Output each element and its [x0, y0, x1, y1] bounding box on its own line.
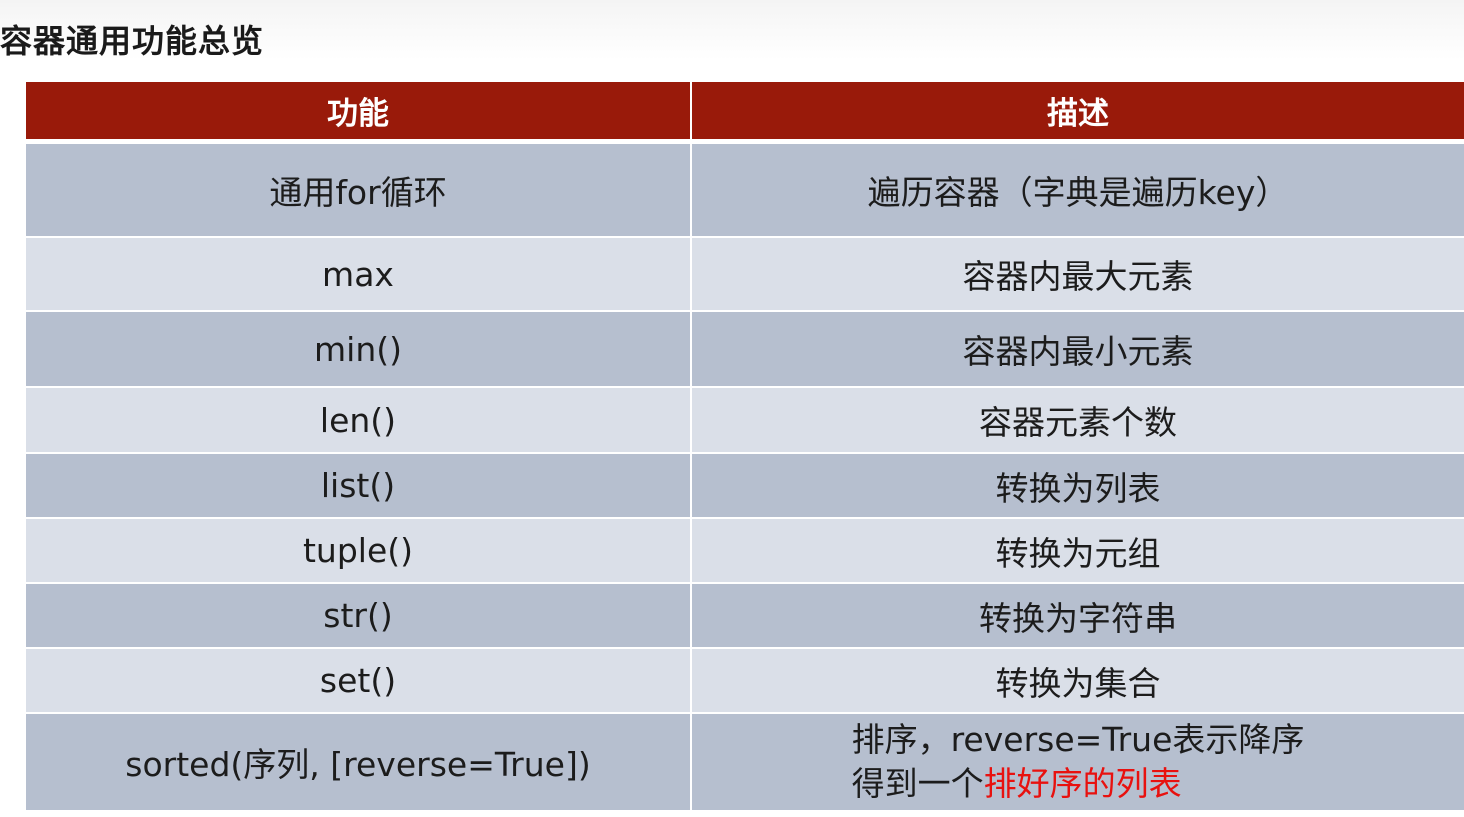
function-cell: 通用for循环: [26, 141, 692, 238]
description-cell: 遍历容器（字典是遍历key）: [691, 141, 1464, 238]
function-cell: str(): [26, 583, 692, 649]
table-row: tuple() 转换为元组: [26, 518, 1464, 584]
functions-table: 功能 描述 通用for循环 遍历容器（字典是遍历key） max 容器内最大元素…: [26, 82, 1464, 812]
function-cell: list(): [26, 453, 692, 519]
table-row: sorted(序列, [reverse=True]) 排序，reverse=Tr…: [26, 713, 1464, 812]
function-cell: sorted(序列, [reverse=True]): [26, 713, 692, 812]
description-cell: 容器内最小元素: [691, 311, 1464, 388]
table-row: max 容器内最大元素: [26, 237, 1464, 312]
header-description: 描述: [691, 82, 1464, 144]
description-cell: 排序，reverse=True表示降序 得到一个排好序的列表: [691, 713, 1464, 812]
table-row: 通用for循环 遍历容器（字典是遍历key）: [26, 141, 1464, 238]
description-multiline: 排序，reverse=True表示降序 得到一个排好序的列表: [852, 718, 1305, 806]
function-cell: tuple(): [26, 518, 692, 584]
function-cell: max: [26, 237, 692, 312]
description-highlight: 排好序的列表: [983, 764, 1182, 803]
table-row: list() 转换为列表: [26, 453, 1464, 519]
table-row: set() 转换为集合: [26, 648, 1464, 714]
description-cell: 容器内最大元素: [691, 237, 1464, 312]
description-cell: 转换为列表: [691, 453, 1464, 519]
description-cell: 转换为字符串: [691, 583, 1464, 649]
description-line-1: 排序，reverse=True表示降序: [851, 720, 1305, 759]
function-cell: set(): [26, 648, 692, 714]
description-line-2-prefix: 得到一个: [851, 764, 984, 803]
slide-page: 容器通用功能总览 功能 描述 通用for循环 遍历容器（字典是遍历key） ma…: [0, 0, 1464, 817]
table-header-row: 功能 描述: [26, 82, 1464, 144]
description-cell: 转换为集合: [691, 648, 1464, 714]
page-title: 容器通用功能总览: [0, 22, 265, 60]
table-row: str() 转换为字符串: [26, 583, 1464, 649]
description-cell: 容器元素个数: [691, 387, 1464, 454]
function-cell: min(): [26, 311, 692, 388]
function-cell: len(): [26, 387, 692, 454]
table-row: min() 容器内最小元素: [26, 311, 1464, 388]
header-function: 功能: [26, 82, 692, 144]
description-cell: 转换为元组: [691, 518, 1464, 584]
table-row: len() 容器元素个数: [26, 387, 1464, 454]
